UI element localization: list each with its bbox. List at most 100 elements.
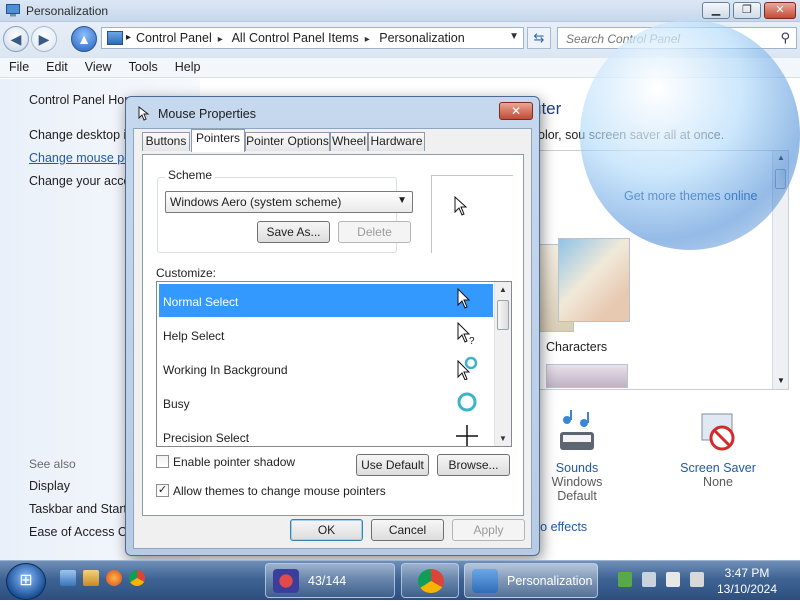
taskbar: ⊞ 43/144 Personalization 3:47 PM 13/10/2… [0,560,800,600]
allow-themes-checkbox[interactable]: ✓ [156,484,169,497]
scheme-select[interactable]: Windows Aero (system scheme) ▼ [165,191,413,213]
window-title: Personalization [26,4,109,18]
dialog-close-button[interactable]: ✕ [499,102,533,120]
sounds-label[interactable]: Sounds [532,461,622,475]
help-cursor-icon: ? [457,322,475,346]
allow-themes-label[interactable]: Allow themes to change mouse pointers [173,484,386,498]
theme-scrollbar[interactable]: ▲ ▼ [772,151,788,389]
minimize-button[interactable]: ▁ [702,2,730,19]
maximize-button[interactable]: ❐ [733,2,761,19]
list-item[interactable]: Working In Background [159,352,493,385]
list-scrollbar[interactable]: ▲ ▼ [494,282,511,446]
taskbar-item-label: Personalization [507,574,593,588]
breadcrumb-separator-icon[interactable]: ▸ [218,34,223,45]
display-link[interactable]: Display [29,479,70,493]
firefox-icon[interactable] [106,570,122,586]
ok-button[interactable]: OK [290,519,363,541]
security-icon[interactable] [618,572,632,587]
screen-saver-icon [701,413,735,451]
menu-tools[interactable]: Tools [120,58,166,74]
menu-edit[interactable]: Edit [37,58,76,74]
control-panel-icon [6,4,20,17]
page-description: olor, sou screen saver all at once. [538,128,725,142]
close-button[interactable]: ✕ [764,2,796,19]
delete-button[interactable]: Delete [338,221,411,243]
dialog-body: Buttons Pointers Pointer Options Wheel H… [133,128,532,549]
get-more-themes-link[interactable]: Get more themes online [624,189,757,203]
tab-buttons[interactable]: Buttons [142,132,190,151]
scroll-down-icon[interactable]: ▼ [499,434,507,443]
list-item[interactable]: Help Select ? [159,318,493,351]
enable-shadow-checkbox[interactable] [156,455,169,468]
theme-name-characters: Characters [546,340,608,354]
search-icon[interactable]: ⚲ [780,30,790,46]
mouse-icon [138,106,150,121]
forward-button[interactable]: ▶ [31,26,57,52]
cancel-button[interactable]: Cancel [371,519,444,541]
pointer-name: Precision Select [163,431,250,445]
screen-saver-value: None [703,475,733,489]
list-item[interactable]: Normal Select [159,284,493,317]
show-desktop-icon[interactable] [60,570,76,586]
search-box[interactable]: ⚲ [557,27,797,49]
menu-help[interactable]: Help [166,58,209,74]
pointer-name: Normal Select [163,295,239,309]
use-default-button[interactable]: Use Default [356,454,429,476]
pointer-name: Working In Background [163,363,288,377]
pointer-preview [431,175,513,253]
pointer-list[interactable]: Normal Select Help Select ? Working In B… [156,281,512,447]
list-item[interactable]: Busy [159,386,493,419]
scroll-thumb[interactable] [775,169,786,189]
clock[interactable]: 3:47 PM 13/10/2024 [707,565,787,597]
enable-shadow-label[interactable]: Enable pointer shadow [173,455,295,469]
network-icon[interactable] [666,572,680,587]
screen-saver-label[interactable]: Screen Saver [676,461,760,475]
taskbar-item-recorder[interactable]: 43/144 [265,563,395,598]
taskbar-item-label: 43/144 [308,574,347,588]
refresh-button[interactable]: ⇆ [527,27,551,49]
breadcrumb-item[interactable]: All Control Panel Items [232,31,359,45]
breadcrumb-item[interactable]: Personalization [379,31,464,45]
browse-button[interactable]: Browse... [437,454,510,476]
scroll-up-icon[interactable]: ▲ [777,153,785,162]
forward-arrow-icon: ▶ [38,31,50,47]
list-item[interactable]: Precision Select [159,420,493,446]
scroll-up-icon[interactable]: ▲ [499,285,507,294]
chevron-down-icon[interactable]: ▼ [509,31,519,42]
menu-bar: File Edit View Tools Help [0,58,800,78]
svg-text:?: ? [469,336,475,346]
tab-pointers[interactable]: Pointers [191,129,245,152]
theme-thumbnail[interactable] [546,364,628,388]
sounds-item[interactable]: Sounds Windows Default [532,410,622,503]
apply-button[interactable]: Apply [452,519,525,541]
breadcrumb-item[interactable]: Control Panel [136,31,212,45]
crosshair-cursor-icon [456,425,478,446]
up-button[interactable]: ▲ [71,26,97,52]
volume-muted-icon[interactable] [690,572,704,587]
breadcrumb: Control Panel ▸ All Control Panel Items ▸ … [136,31,471,45]
scroll-thumb[interactable] [497,300,509,330]
save-as-button[interactable]: Save As... [257,221,330,243]
theme-thumbnail[interactable] [558,238,630,322]
clock-time: 3:47 PM [724,566,770,580]
tab-wheel[interactable]: Wheel [330,132,368,151]
search-input[interactable] [564,31,764,47]
see-also-header: See also [29,457,76,471]
explorer-icon[interactable] [83,570,99,586]
device-icon[interactable] [642,572,656,587]
tab-hardware[interactable]: Hardware [368,132,425,151]
menu-file[interactable]: File [0,58,37,74]
address-bar[interactable]: ▸ Control Panel ▸ All Control Panel Items… [101,27,524,49]
screen-saver-item[interactable]: Screen Saver None [676,410,760,489]
menu-view[interactable]: View [76,58,120,74]
scroll-down-icon[interactable]: ▼ [777,376,785,385]
taskbar-item-chrome[interactable] [401,563,459,598]
taskbar-item-personalization[interactable]: Personalization [464,563,598,598]
back-button[interactable]: ◀ [3,26,29,52]
transparency-effects-link[interactable]: ro effects [536,520,587,534]
tab-pointer-options[interactable]: Pointer Options [245,132,330,151]
start-button[interactable]: ⊞ [6,563,46,600]
chrome-icon[interactable] [129,570,145,586]
title-bar[interactable]: Personalization ▁ ❐ ✕ [0,0,800,22]
breadcrumb-separator-icon[interactable]: ▸ [365,34,370,45]
